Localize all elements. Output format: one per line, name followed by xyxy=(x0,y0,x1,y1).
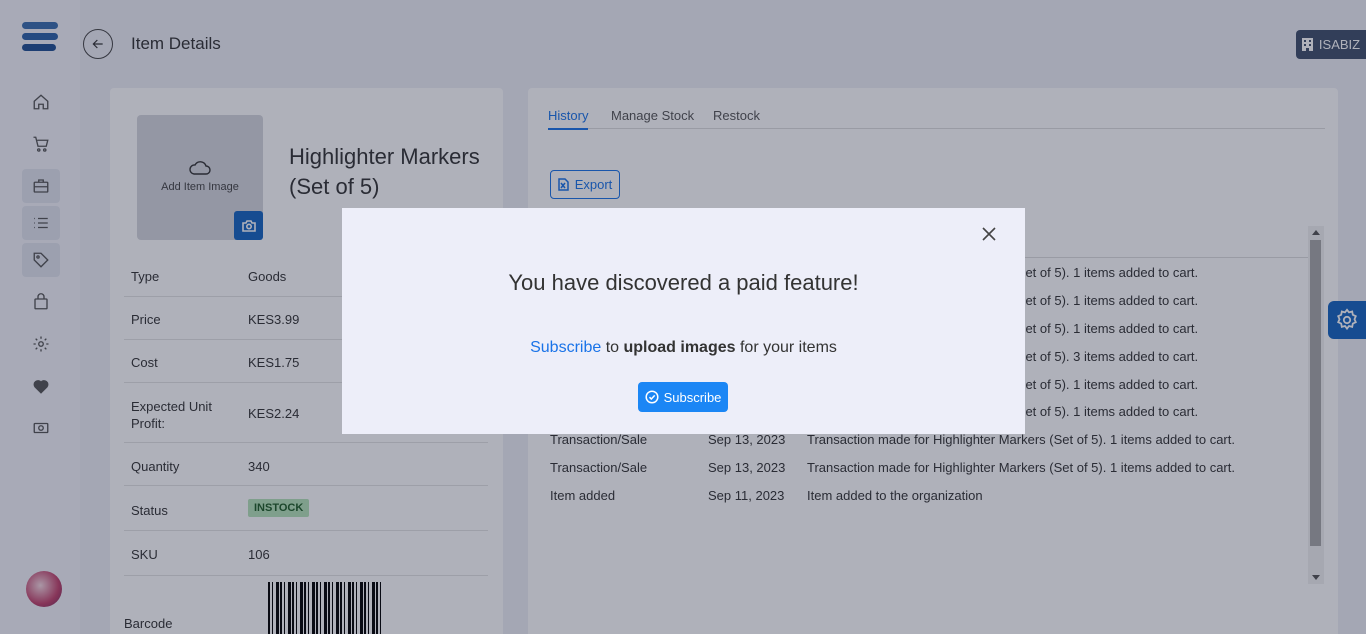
modal-text-mid: to xyxy=(601,339,624,356)
subscribe-link[interactable]: Subscribe xyxy=(530,339,601,356)
check-circle-icon xyxy=(645,390,659,404)
modal-text-bold: upload images xyxy=(623,339,736,356)
close-icon xyxy=(982,227,996,241)
modal-text-end: for your items xyxy=(735,339,837,356)
modal-title: You have discovered a paid feature! xyxy=(508,270,859,295)
paid-feature-modal: You have discovered a paid feature! Subs… xyxy=(342,208,1025,434)
close-button[interactable] xyxy=(982,227,998,243)
subscribe-button[interactable]: Subscribe xyxy=(638,382,728,412)
subscribe-button-label: Subscribe xyxy=(663,389,722,405)
modal-message: Subscribe to upload images for your item… xyxy=(342,339,1025,357)
